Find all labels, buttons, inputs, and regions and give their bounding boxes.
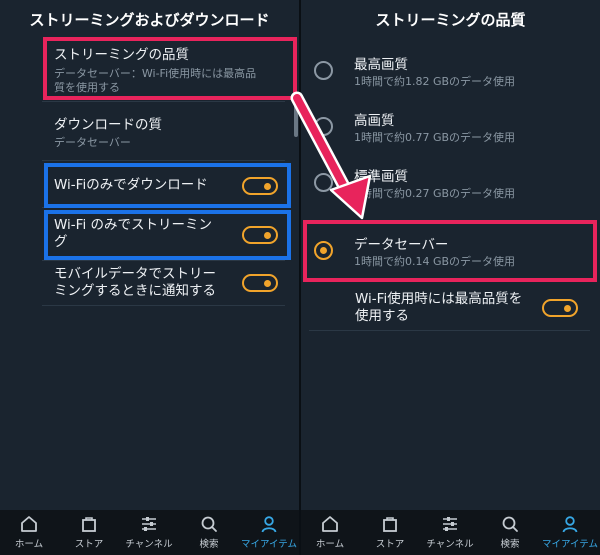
toggle-knob [264,232,271,239]
nav-label: チャンネル [125,539,173,550]
setting-label-line1: Wi-Fi使用時には最高品質を [355,291,523,307]
option-sub: 1時間で約0.27 GBのデータ使用 [354,187,516,200]
nav-label: マイアイテム [541,539,599,550]
channels-icon [443,517,457,531]
nav-store[interactable]: ストア [60,514,118,550]
nav-home[interactable]: ホーム [0,514,58,550]
streaming-quality-panel: ストリーミングの品質 最高画質 1時間で約1.82 GBのデータ使用 高画質 1… [301,0,600,555]
setting-label-line1: モバイルデータでストリー [54,266,216,282]
radio-button-selected[interactable] [314,241,333,260]
setting-wifi-best-quality: Wi-Fi使用時には最高品質を 使用する [309,285,590,331]
setting-label: Wi-Fiのみでダウンロード [54,177,208,193]
setting-wifi-only-streaming: Wi-Fi のみでストリーミン グ [42,209,285,261]
nav-label: 検索 [500,539,520,550]
nav-store[interactable]: ストア [361,514,419,550]
streaming-download-settings-panel: ストリーミングおよびダウンロード ストリーミングの品質 データセーバー：Wi-F… [0,0,299,555]
bottom-nav: ホーム ストア チャンネル 検索 マイアイテム [301,510,600,555]
nav-my-items[interactable]: マイアイテム [541,514,599,550]
mobile-data-notify-toggle[interactable] [242,274,278,292]
nav-home[interactable]: ホーム [301,514,359,550]
search-icon [201,516,217,532]
nav-label: ストア [74,539,104,550]
quality-option-best[interactable]: 最高画質 1時間で約1.82 GBのデータ使用 [309,43,590,99]
setting-mobile-data-notify: モバイルデータでストリー ミングするときに通知する [42,262,285,306]
channels-icon [142,517,156,531]
home-icon [21,516,37,532]
option-label: 最高画質 [354,57,408,73]
option-sub: 1時間で約1.82 GBのデータ使用 [354,75,516,88]
setting-label: ストリーミングの品質 [54,47,189,63]
setting-sub-line2: 質を使用する [54,81,120,94]
toggle-knob [564,305,571,312]
nav-channels[interactable]: チャンネル [120,514,178,550]
quality-option-data-saver[interactable]: データセーバー 1時間で約0.14 GBのデータ使用 [309,223,590,279]
setting-sub: データセーバー [54,136,131,149]
setting-sub-line1: データセーバー：Wi-Fi使用時には最高品 [54,67,257,80]
radio-button[interactable] [314,173,333,192]
radio-button[interactable] [314,61,333,80]
option-label: 高画質 [354,113,395,129]
toggle-knob [264,280,271,287]
quality-option-high[interactable]: 高画質 1時間で約0.77 GBのデータ使用 [309,99,590,155]
nav-label: 検索 [199,539,219,550]
page-title: ストリーミングおよびダウンロード [29,11,270,29]
wifi-only-streaming-toggle[interactable] [242,226,278,244]
setting-download-quality[interactable]: ダウンロードの質 データセーバー [42,103,285,161]
option-label: データセーバー [354,237,449,253]
nav-my-items[interactable]: マイアイテム [240,514,298,550]
store-bag-icon [82,517,96,532]
option-label: 標準画質 [354,169,408,185]
nav-channels[interactable]: チャンネル [421,514,479,550]
setting-label-line2: ミングするときに通知する [54,283,216,299]
nav-label: ストア [375,539,405,550]
bottom-nav: ホーム ストア チャンネル 検索 マイアイテム [0,510,299,555]
profile-icon [261,516,277,533]
toggle-knob [264,183,271,190]
setting-label: ダウンロードの質 [54,117,162,133]
store-bag-icon [383,517,397,532]
setting-label-line2: グ [54,234,68,250]
option-sub: 1時間で約0.77 GBのデータ使用 [354,131,516,144]
radio-dot [320,247,327,254]
setting-label-line2: 使用する [355,308,409,324]
page-title: ストリーミングの品質 [375,11,526,29]
scrollbar[interactable] [294,95,298,137]
setting-wifi-only-download: Wi-Fiのみでダウンロード [42,162,285,208]
nav-label: チャンネル [426,539,474,550]
nav-search[interactable]: 検索 [481,514,539,550]
quality-option-standard[interactable]: 標準画質 1時間で約0.27 GBのデータ使用 [309,155,590,211]
profile-icon [562,516,578,533]
nav-label: マイアイテム [240,539,298,550]
wifi-best-quality-toggle[interactable] [542,299,578,317]
nav-label: ホーム [14,539,44,550]
nav-search[interactable]: 検索 [180,514,238,550]
nav-label: ホーム [315,539,345,550]
home-icon [322,516,338,532]
search-icon [502,516,518,532]
wifi-only-download-toggle[interactable] [242,177,278,195]
setting-label-line1: Wi-Fi のみでストリーミン [54,217,212,233]
option-sub: 1時間で約0.14 GBのデータ使用 [354,255,516,268]
setting-streaming-quality[interactable]: ストリーミングの品質 データセーバー：Wi-Fi使用時には最高品 質を使用する [42,38,285,102]
radio-button[interactable] [314,117,333,136]
